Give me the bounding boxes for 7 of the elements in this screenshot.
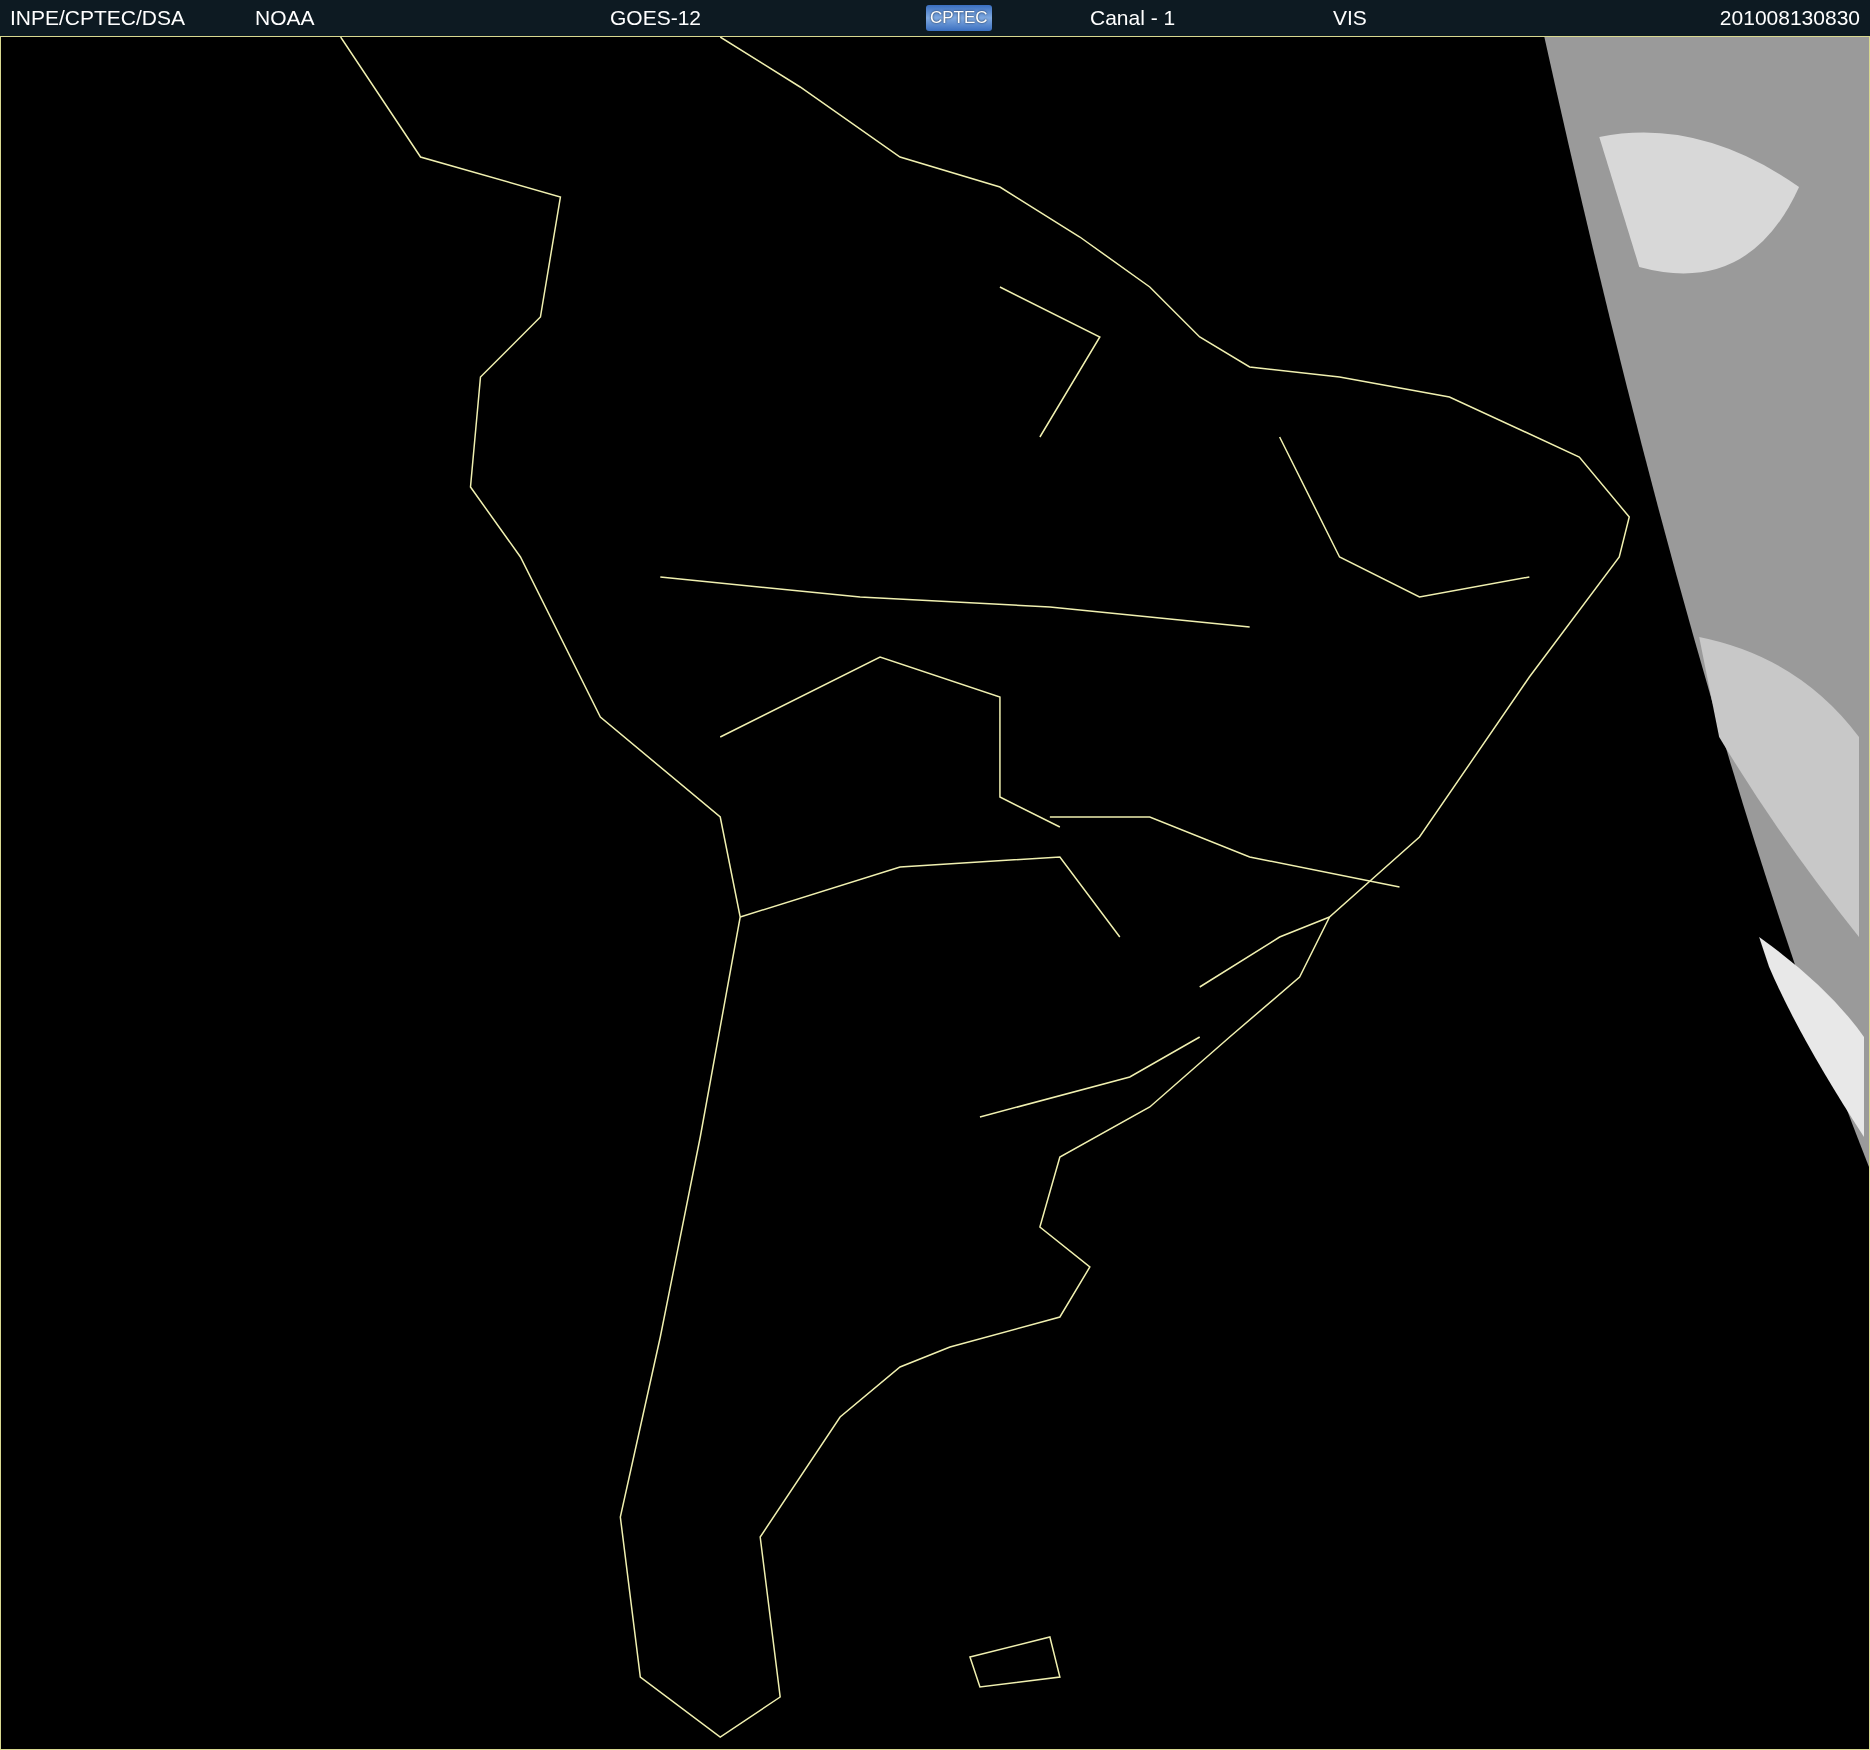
header-label: NOAA (255, 6, 315, 30)
header-label: 201008130830 (1719, 6, 1860, 30)
header-label: Canal - 1 (1090, 6, 1176, 30)
logo: CPTEC (926, 5, 992, 31)
header-label: VIS (1333, 6, 1367, 30)
header-label: GOES-12 (610, 6, 702, 30)
header-label: INPE/CPTEC/DSA (10, 6, 186, 30)
